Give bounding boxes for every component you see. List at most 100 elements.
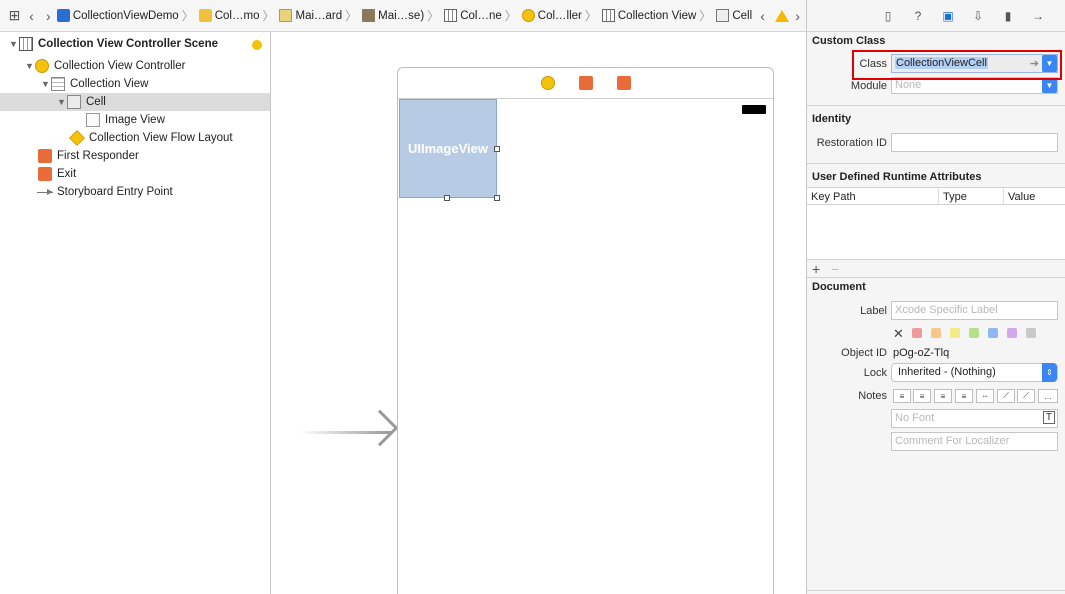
divider (807, 163, 1065, 164)
connections-inspector-icon[interactable]: → (1029, 7, 1047, 25)
outline-item-scene[interactable]: ▼ Collection View Controller Scene (0, 35, 270, 53)
storyboard-canvas[interactable]: UIImageView (271, 32, 806, 594)
object-id-value: pOg-oZ-Tlq (893, 347, 950, 359)
collection-view-icon (601, 9, 615, 22)
runtime-attributes-header: Key Path Type Value (807, 187, 1065, 205)
document-title: Document (812, 281, 866, 293)
related-items-icon[interactable]: ⊞ (6, 6, 23, 26)
highlight-box (852, 50, 1062, 80)
document-label-label: Label (860, 305, 887, 317)
project-file-icon (56, 9, 70, 22)
scene-dock (398, 68, 773, 99)
color-swatch-blue[interactable] (988, 328, 998, 338)
outline-item-cell[interactable]: ▼ Cell (0, 93, 270, 111)
crumb-collection-view[interactable]: Collection View 〉 (601, 7, 714, 24)
identity-inspector: ▯ ? ▣ ⇩ ▮ → Custom Class Class Collectio… (806, 0, 1065, 594)
notes-font-field[interactable]: No Font T (891, 409, 1058, 428)
divider (807, 590, 1065, 591)
crumb-scene[interactable]: Col…ne 〉 (444, 7, 520, 24)
resize-handle[interactable] (494, 195, 500, 201)
back-button[interactable]: ‹ (23, 6, 40, 26)
view-controller-icon[interactable] (540, 76, 555, 90)
divider (807, 105, 1065, 106)
crumb-controller[interactable]: Col…ller 〉 (521, 7, 600, 24)
divider (807, 259, 1065, 260)
size-inspector-icon[interactable]: ▮ (999, 7, 1017, 25)
runtime-attributes-title: User Defined Runtime Attributes (812, 171, 982, 183)
chevron-updown-icon[interactable]: ⇕ (1042, 363, 1057, 382)
remove-attribute-button[interactable]: − (831, 261, 839, 277)
flow-layout-icon (69, 130, 85, 146)
resize-handle[interactable] (494, 146, 500, 152)
battery-icon (742, 105, 766, 114)
resize-handle[interactable] (444, 195, 450, 201)
align-right-icon[interactable]: ≡ (934, 389, 952, 403)
color-swatch-purple[interactable] (1007, 328, 1017, 338)
color-swatch-orange[interactable] (931, 328, 941, 338)
outline-item-exit[interactable]: Exit (0, 165, 270, 183)
restoration-id-field[interactable] (891, 133, 1058, 152)
no-text-color-icon[interactable]: ⟋ (997, 389, 1015, 403)
add-icon[interactable] (252, 40, 262, 50)
add-attribute-button[interactable]: + (812, 261, 820, 277)
document-outline: ▼ Collection View Controller Scene ▼ Col… (0, 32, 271, 594)
custom-class-title: Custom Class (812, 35, 886, 47)
identity-inspector-icon[interactable]: ▣ (939, 7, 957, 25)
crumb-storyboard[interactable]: Mai…ard 〉 (279, 7, 360, 24)
outline-item-image-view[interactable]: Image View (0, 111, 270, 129)
color-swatch-green[interactable] (969, 328, 979, 338)
no-background-color-icon[interactable]: ⟋ (1017, 389, 1035, 403)
inspector-tabs: ▯ ? ▣ ⇩ ▮ → (807, 0, 1065, 32)
color-swatch-red[interactable] (912, 328, 922, 338)
disclosure-triangle-icon[interactable]: ▼ (41, 79, 51, 89)
module-label: Module (850, 80, 887, 92)
exit-icon[interactable] (616, 76, 631, 90)
crumb-storyboard-base[interactable]: Mai…se) 〉 (362, 7, 442, 24)
entry-point-arrow-head (361, 409, 399, 447)
color-swatch-yellow[interactable] (950, 328, 960, 338)
runtime-attributes-table[interactable] (807, 205, 1065, 259)
image-view-icon (86, 113, 100, 127)
column-type[interactable]: Type (938, 188, 967, 204)
warning-icon[interactable] (775, 9, 790, 22)
first-responder-icon[interactable] (578, 76, 593, 90)
next-issue-button[interactable]: › (789, 6, 806, 26)
lock-label: Lock (863, 367, 887, 379)
cell-icon (716, 9, 730, 22)
outline-item-flow-layout[interactable]: Collection View Flow Layout (0, 129, 270, 147)
file-inspector-icon[interactable]: ▯ (879, 7, 897, 25)
attributes-inspector-icon[interactable]: ⇩ (969, 7, 987, 25)
outline-item-view-controller[interactable]: ▼ Collection View Controller (0, 57, 270, 75)
collection-view-controller-scene[interactable]: UIImageView (397, 67, 774, 594)
outline-item-first-responder[interactable]: First Responder (0, 147, 270, 165)
crumb-folder[interactable]: Col…mo 〉 (198, 7, 278, 24)
align-left-icon[interactable]: ≡ (893, 389, 911, 403)
lock-popup[interactable]: Inherited - (Nothing) ⇕ (891, 363, 1058, 382)
color-swatch-gray[interactable] (1026, 328, 1036, 338)
disclosure-triangle-icon[interactable]: ▼ (9, 39, 19, 49)
align-justify-icon[interactable]: ≡ (955, 389, 973, 403)
more-options-button[interactable]: … (1038, 389, 1058, 403)
image-view[interactable]: UIImageView (399, 99, 497, 198)
column-value[interactable]: Value (1003, 188, 1035, 204)
align-natural-icon[interactable]: ┄ (976, 389, 994, 403)
align-center-icon[interactable]: ≡ (913, 389, 931, 403)
clear-color-icon[interactable]: ✕ (893, 326, 904, 342)
exit-icon (38, 167, 52, 181)
disclosure-triangle-icon[interactable]: ▼ (25, 61, 35, 71)
collection-view-icon (51, 77, 65, 91)
crumb-project[interactable]: CollectionViewDemo 〉 (56, 7, 197, 24)
previous-issue-button[interactable]: ‹ (754, 6, 771, 26)
outline-item-entry-point[interactable]: Storyboard Entry Point (0, 183, 270, 201)
column-key-path[interactable]: Key Path (811, 191, 856, 203)
document-label-field[interactable]: Xcode Specific Label (891, 301, 1058, 320)
disclosure-triangle-icon[interactable]: ▼ (57, 97, 67, 107)
arrow-right-icon (37, 188, 53, 195)
font-picker-icon[interactable]: T (1042, 411, 1055, 424)
outline-item-collection-view[interactable]: ▼ Collection View (0, 75, 270, 93)
restoration-id-label: Restoration ID (816, 137, 887, 149)
crumb-cell[interactable]: Cell (716, 9, 752, 22)
help-inspector-icon[interactable]: ? (909, 7, 927, 25)
forward-button[interactable]: › (40, 6, 57, 26)
comment-for-localizer-field[interactable]: Comment For Localizer (891, 432, 1058, 451)
